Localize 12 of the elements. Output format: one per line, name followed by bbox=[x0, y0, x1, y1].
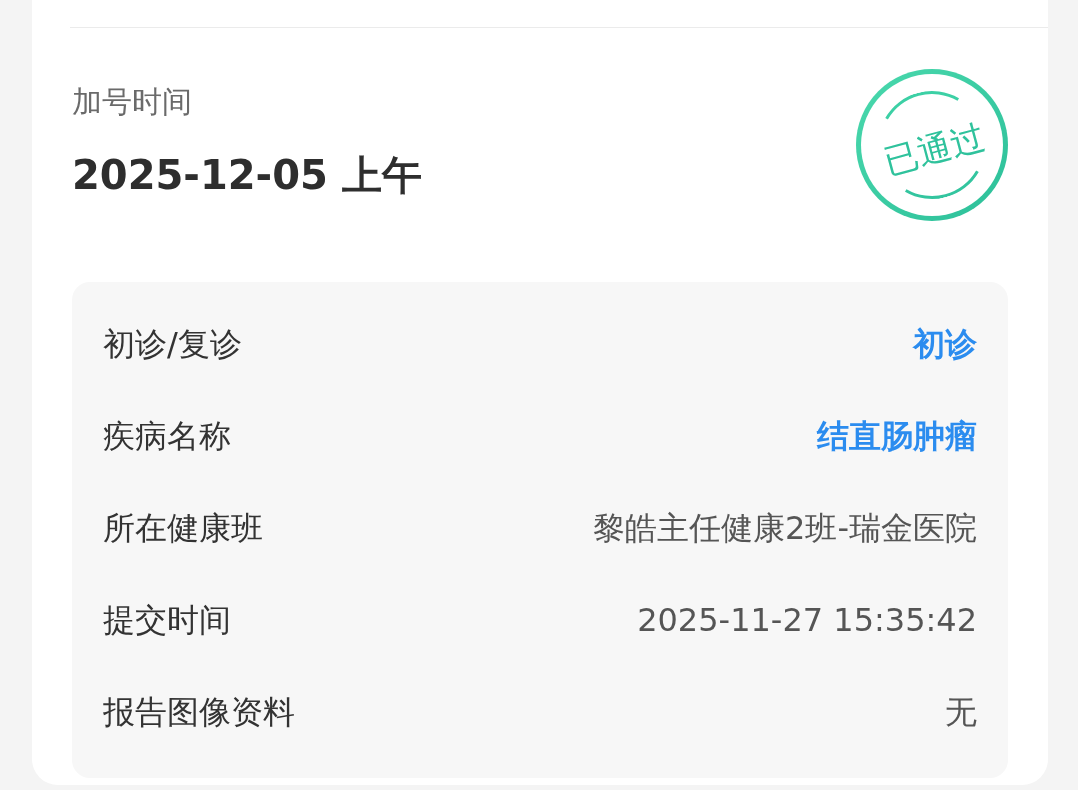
detail-value: 2025-11-27 15:35:42 bbox=[637, 600, 977, 641]
detail-label: 报告图像资料 bbox=[103, 692, 295, 733]
detail-label: 初诊/复诊 bbox=[103, 324, 242, 365]
detail-label: 提交时间 bbox=[103, 600, 231, 641]
detail-label: 所在健康班 bbox=[103, 508, 263, 549]
detail-value: 结直肠肿瘤 bbox=[817, 416, 977, 457]
field-label: 加号时间 bbox=[72, 83, 193, 121]
detail-value: 无 bbox=[945, 692, 977, 733]
detail-label: 疾病名称 bbox=[103, 416, 231, 457]
appointment-time: 2025-12-05 上午 bbox=[72, 151, 422, 200]
detail-value: 初诊 bbox=[913, 324, 977, 365]
detail-value: 黎皓主任健康2班-瑞金医院 bbox=[593, 508, 977, 549]
